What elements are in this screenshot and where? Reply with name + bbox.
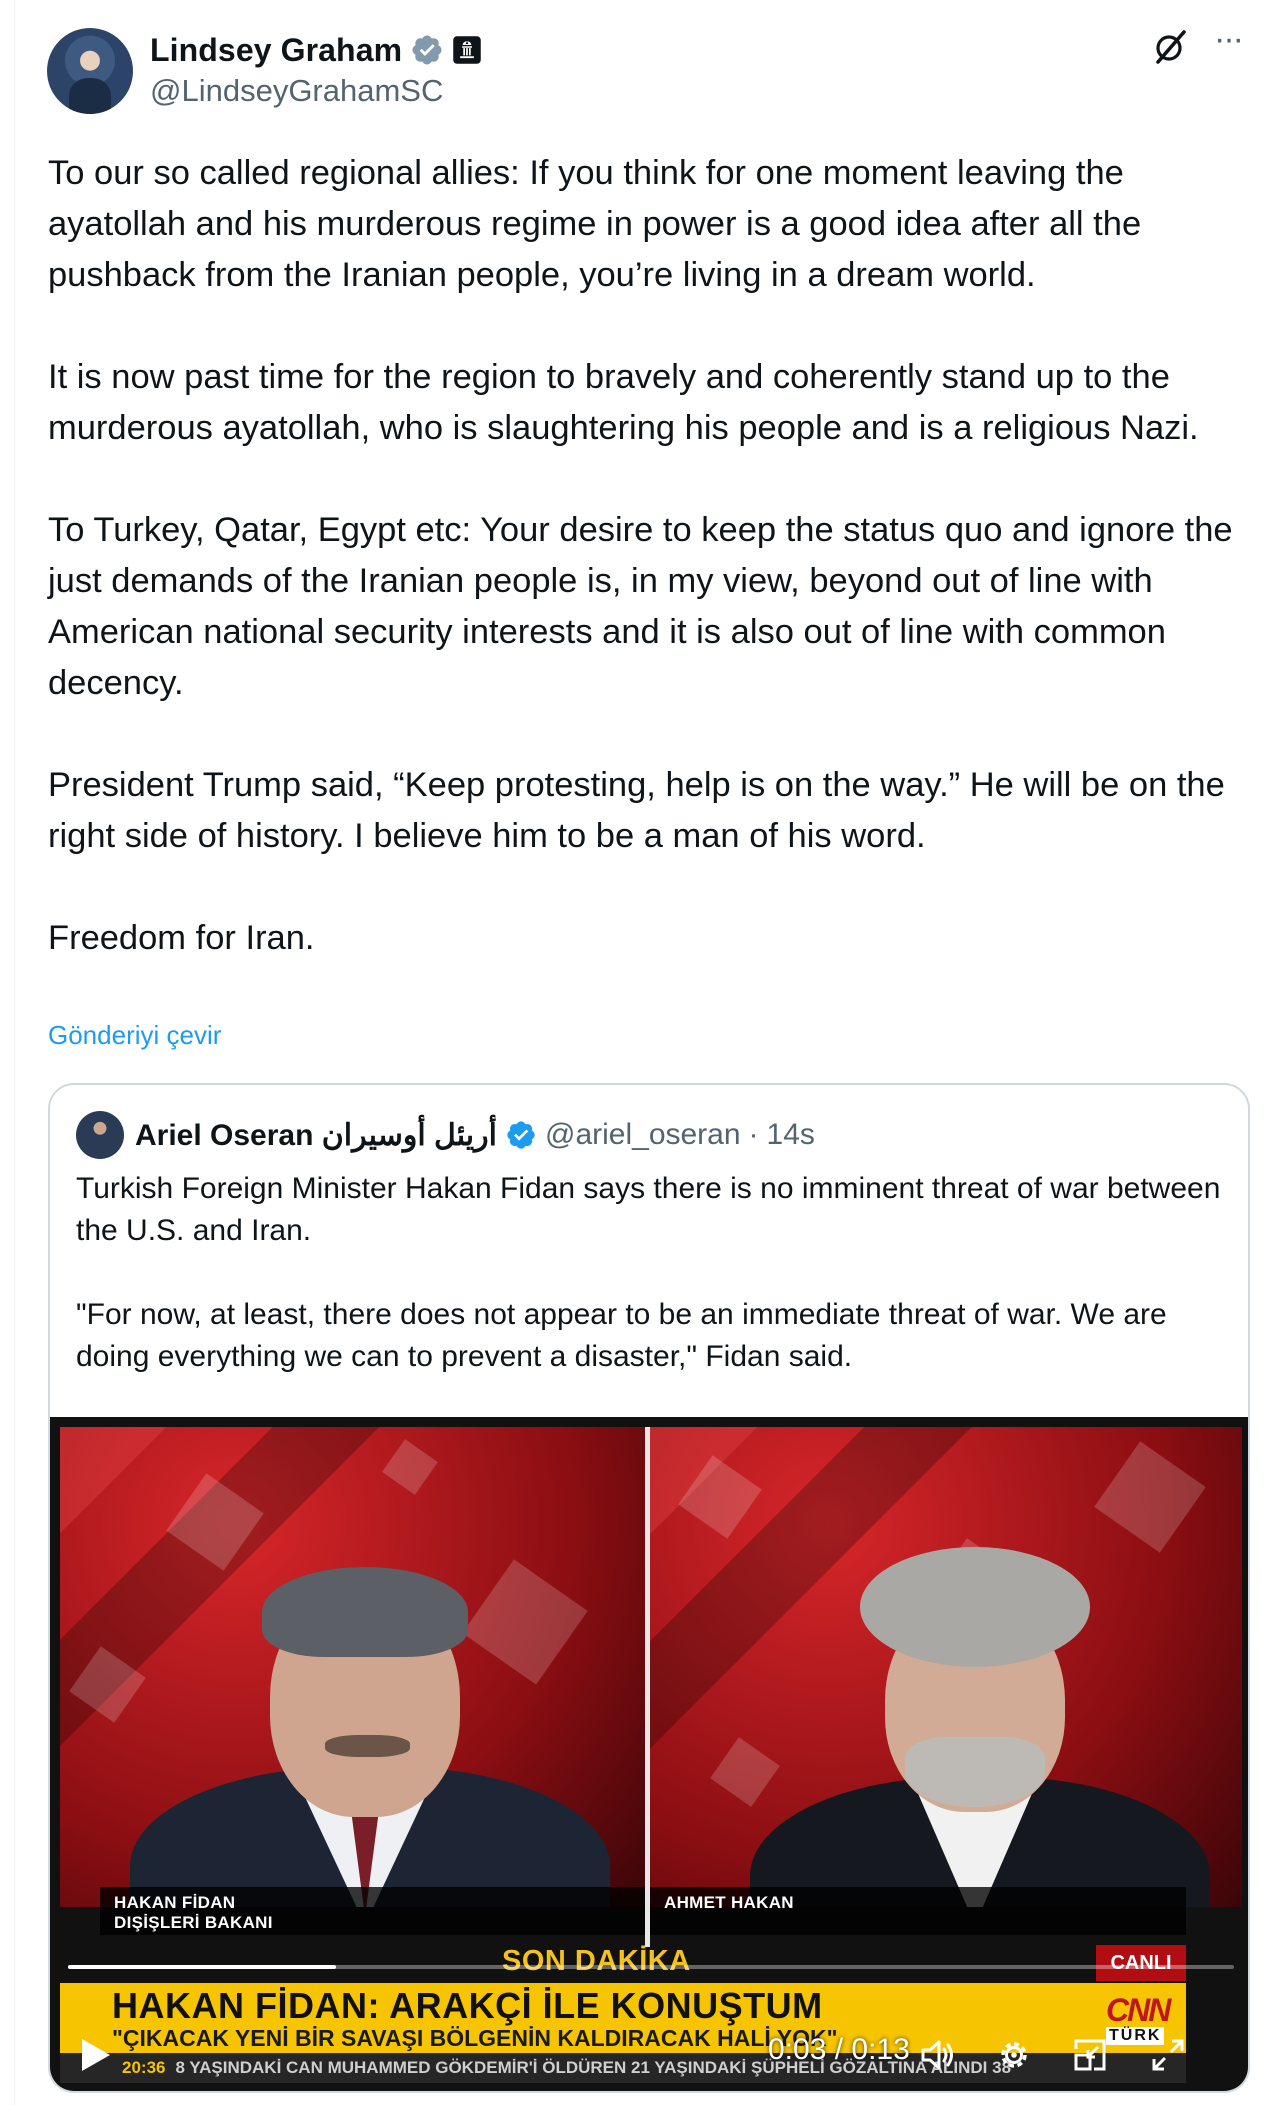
video-progress-bar[interactable] <box>68 1965 1234 1969</box>
play-icon[interactable] <box>78 2037 112 2073</box>
quoted-tweet-header: Ariel Oseran أريئل أوسيران @ariel_oseran… <box>135 1113 815 1157</box>
translate-post-link[interactable]: Gönderiyi çevir <box>48 1020 221 1051</box>
tweet-paragraph: President Trump said, “Keep protesting, … <box>48 766 1225 855</box>
verified-badge-icon[interactable] <box>410 33 444 67</box>
lower-third-right: AHMET HAKAN <box>650 1887 1186 1935</box>
video-frame-right <box>650 1427 1242 1907</box>
tweet-paragraph: It is now past time for the region to br… <box>48 358 1199 447</box>
news-headline: HAKAN FİDAN: ARAKÇİ İLE KONUŞTUM <box>112 1985 823 2026</box>
fullscreen-icon[interactable] <box>1148 2035 1188 2075</box>
video-player[interactable]: HAKAN FİDAN DIŞİŞLERİ BAKANI AHMET HAKAN… <box>50 1417 1248 2091</box>
tweet-paragraph: Freedom for Iran. <box>48 919 315 957</box>
quoted-author-name[interactable]: Ariel Oseran أريئل أوسيران <box>135 1118 497 1153</box>
minimize-icon[interactable] <box>1070 2035 1110 2075</box>
video-time-display: 0:03 / 0:13 <box>768 2033 910 2066</box>
quoted-author-handle[interactable]: @ariel_oseran <box>545 1118 741 1152</box>
caption-title: DIŞİŞLERİ BAKANI <box>114 1913 273 1932</box>
government-badge-icon <box>453 36 481 64</box>
caption-name: HAKAN FİDAN <box>114 1893 236 1912</box>
tweet-text: To our so called regional allies: If you… <box>48 148 1258 964</box>
ticker-clock: 20:36 <box>122 2058 166 2077</box>
author-display-name[interactable]: Lindsey Graham <box>150 32 402 69</box>
quoted-paragraph: Turkish Foreign Minister Hakan Fidan say… <box>76 1172 1221 1247</box>
tweet-paragraph: To our so called regional allies: If you… <box>48 154 1142 294</box>
author-name-row: Lindsey Graham <box>150 30 482 70</box>
news-subheadline: "ÇIKACAK YENİ BİR SAVAŞI BÖLGENİN KALDIR… <box>112 2025 838 2051</box>
video-progress-fill <box>68 1965 337 1969</box>
quoted-tweet-card[interactable]: Ariel Oseran أريئل أوسيران @ariel_oseran… <box>48 1083 1250 2093</box>
channel-logo-text: CNN <box>1106 1992 1171 2028</box>
video-frame-left <box>60 1427 645 1907</box>
volume-icon[interactable] <box>918 2035 958 2075</box>
meta-separator: · <box>748 1118 759 1151</box>
verified-badge-icon <box>507 1121 535 1149</box>
more-options-button[interactable]: ··· <box>1208 22 1248 66</box>
lower-third-left: HAKAN FİDAN DIŞİŞLERİ BAKANI <box>100 1887 645 1935</box>
live-badge: CANLI <box>1096 1945 1186 1981</box>
author-avatar[interactable] <box>47 28 133 114</box>
settings-icon[interactable] <box>994 2035 1034 2075</box>
quoted-tweet-time[interactable]: 14s <box>767 1118 815 1152</box>
author-handle[interactable]: @LindseyGrahamSC <box>150 73 443 109</box>
tweet-paragraph: To Turkey, Qatar, Egypt etc: Your desire… <box>48 511 1233 702</box>
grok-icon[interactable] <box>1150 26 1192 68</box>
quoted-paragraph: "For now, at least, there does not appea… <box>76 1298 1167 1373</box>
quoted-tweet-text: Turkish Foreign Minister Hakan Fidan say… <box>76 1168 1226 1378</box>
quoted-author-avatar[interactable] <box>76 1111 124 1159</box>
caption-name: AHMET HAKAN <box>664 1893 794 1912</box>
breaking-news-label: SON DAKİKA <box>502 1945 691 1977</box>
timeline-border <box>14 0 15 2105</box>
